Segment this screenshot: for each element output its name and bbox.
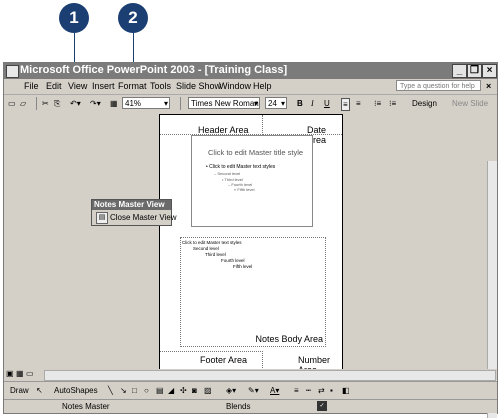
textbox-icon[interactable]: ▤ xyxy=(156,385,164,396)
menu-help[interactable]: Help xyxy=(253,81,272,91)
notes-master-page: Header Area Date Area Click to edit Mast… xyxy=(159,114,343,375)
fill-color-icon[interactable]: ◈▾ xyxy=(226,385,236,396)
notes-body-placeholder[interactable]: Click to edit Master text styles Second … xyxy=(180,237,326,347)
callout-1: 1 xyxy=(59,3,89,33)
shadow-icon[interactable]: ▪ xyxy=(330,385,333,396)
italic-button[interactable]: I xyxy=(311,98,314,109)
redo-icon[interactable]: ↷▾ xyxy=(90,98,101,109)
new-slide-button[interactable]: New Slide xyxy=(452,98,488,109)
bullets-icon[interactable]: ⁝≡ xyxy=(389,98,396,109)
workspace: Header Area Date Area Click to edit Mast… xyxy=(4,112,497,418)
slide-image-placeholder[interactable]: Click to edit Master title style • Click… xyxy=(191,135,313,227)
standard-toolbar: ▭ ▱ ✂ ⎘ ↶▾ ↷▾ ▦ 41% Times New Roman 24 B… xyxy=(4,94,497,112)
notes-master-view-toolbar: Notes Master View ▤ Close Master View xyxy=(91,199,177,226)
center-icon[interactable]: ≡ xyxy=(356,98,361,109)
underline-button[interactable]: U xyxy=(324,98,330,109)
notes-body-area-label: Notes Body Area xyxy=(255,334,323,344)
toolbar-separator xyxy=(36,97,37,110)
select-objects-icon[interactable]: ↖ xyxy=(36,385,43,396)
status-bar: Notes Master Blends ✓ xyxy=(4,399,497,413)
clipart-icon[interactable]: ◙ xyxy=(192,385,197,396)
bold-button[interactable]: B xyxy=(297,98,303,109)
body-level-1: Click to edit Master text styles xyxy=(182,240,242,245)
footer-area[interactable]: Footer Area xyxy=(200,355,247,365)
font-name-select[interactable]: Times New Roman xyxy=(188,97,260,110)
align-left-icon[interactable]: ≡ xyxy=(341,98,350,111)
body-level-5: Fifth level xyxy=(233,264,253,269)
slide-title: Click to edit Master title style xyxy=(208,148,304,157)
undo-icon[interactable]: ↶▾ xyxy=(70,98,81,109)
header-area-outline xyxy=(160,115,263,135)
sorter-view-icon[interactable]: ▦ xyxy=(16,369,24,378)
numbering-icon[interactable]: ⁝≡ xyxy=(374,98,381,109)
minimize-button[interactable]: _ xyxy=(452,64,467,78)
powerpoint-app-icon xyxy=(6,65,19,78)
3d-icon[interactable]: ◧ xyxy=(342,385,350,396)
callout-2: 2 xyxy=(118,3,148,33)
autoshapes-menu[interactable]: AutoShapes xyxy=(54,385,98,396)
close-master-view-icon[interactable]: ▤ xyxy=(96,212,108,224)
slide-bullet-5: » Fifth level xyxy=(234,187,255,192)
open-icon[interactable]: ▱ xyxy=(20,98,26,109)
design-button[interactable]: Design xyxy=(412,98,437,109)
font-color-icon[interactable]: A▾ xyxy=(270,385,279,396)
normal-view-icon[interactable]: ▣ xyxy=(6,369,14,378)
arrow-icon[interactable]: ↘ xyxy=(120,385,127,396)
drawing-toolbar: Draw ↖ AutoShapes ╲ ↘ □ ○ ▤ ◢ ✣ ◙ ▨ ◈▾ ✎… xyxy=(4,381,497,399)
line-style-icon[interactable]: ≡ xyxy=(294,385,299,396)
horizontal-scrollbar[interactable] xyxy=(44,370,496,381)
powerpoint-window: Microsoft Office PowerPoint 2003 - [Trai… xyxy=(3,62,498,418)
body-level-4: Fourth level xyxy=(221,258,245,263)
toolbar-separator xyxy=(180,97,181,110)
slideshow-view-icon[interactable]: ▭ xyxy=(26,369,34,378)
arrow-style-icon[interactable]: ⇄ xyxy=(318,385,325,396)
spelling-status-icon: ✓ xyxy=(317,401,327,411)
table-icon[interactable]: ▦ xyxy=(110,98,118,109)
menu-file[interactable]: File xyxy=(24,81,39,91)
menu-tools[interactable]: Tools xyxy=(150,81,171,91)
menu-edit[interactable]: Edit xyxy=(46,81,62,91)
body-level-2: Second level xyxy=(193,246,219,251)
dash-style-icon[interactable]: ┅ xyxy=(306,385,311,396)
menu-format[interactable]: Format xyxy=(118,81,147,91)
notes-master-view-title: Notes Master View xyxy=(92,200,171,210)
restore-button[interactable]: ❐ xyxy=(467,64,482,78)
help-search-input[interactable]: Type a question for help xyxy=(396,80,481,91)
menu-insert[interactable]: Insert xyxy=(92,81,115,91)
close-master-view-button[interactable]: Close Master View xyxy=(110,213,177,222)
cut-icon[interactable]: ✂ xyxy=(42,98,49,109)
rectangle-icon[interactable]: □ xyxy=(132,385,137,396)
body-level-3: Third level xyxy=(205,252,226,257)
oval-icon[interactable]: ○ xyxy=(144,385,149,396)
title-bar: Microsoft Office PowerPoint 2003 - [Trai… xyxy=(4,63,497,79)
menu-slide-show[interactable]: Slide Show xyxy=(176,81,221,91)
diagram-icon[interactable]: ✣ xyxy=(180,385,187,396)
close-button[interactable]: × xyxy=(482,64,497,78)
status-design: Blends xyxy=(226,402,251,411)
slide-bullet-1: • Click to edit Master text styles xyxy=(206,164,276,170)
font-size-select[interactable]: 24 xyxy=(265,97,287,110)
draw-menu[interactable]: Draw xyxy=(10,385,29,396)
menu-window[interactable]: Window xyxy=(219,81,251,91)
new-icon[interactable]: ▭ xyxy=(8,98,16,109)
picture-icon[interactable]: ▨ xyxy=(204,385,212,396)
status-view: Notes Master xyxy=(62,402,110,411)
menu-bar: File Edit View Insert Format Tools Slide… xyxy=(4,79,497,93)
wordart-icon[interactable]: ◢ xyxy=(168,385,174,396)
copy-icon[interactable]: ⎘ xyxy=(54,98,60,109)
slide-bullet-2: – Second level xyxy=(214,171,241,176)
window-title: Microsoft Office PowerPoint 2003 - [Trai… xyxy=(20,64,288,76)
line-icon[interactable]: ╲ xyxy=(108,385,113,396)
menu-view[interactable]: View xyxy=(68,81,87,91)
close-document-icon[interactable]: × xyxy=(486,81,491,91)
line-color-icon[interactable]: ✎▾ xyxy=(248,385,259,396)
zoom-select[interactable]: 41% xyxy=(122,97,170,110)
